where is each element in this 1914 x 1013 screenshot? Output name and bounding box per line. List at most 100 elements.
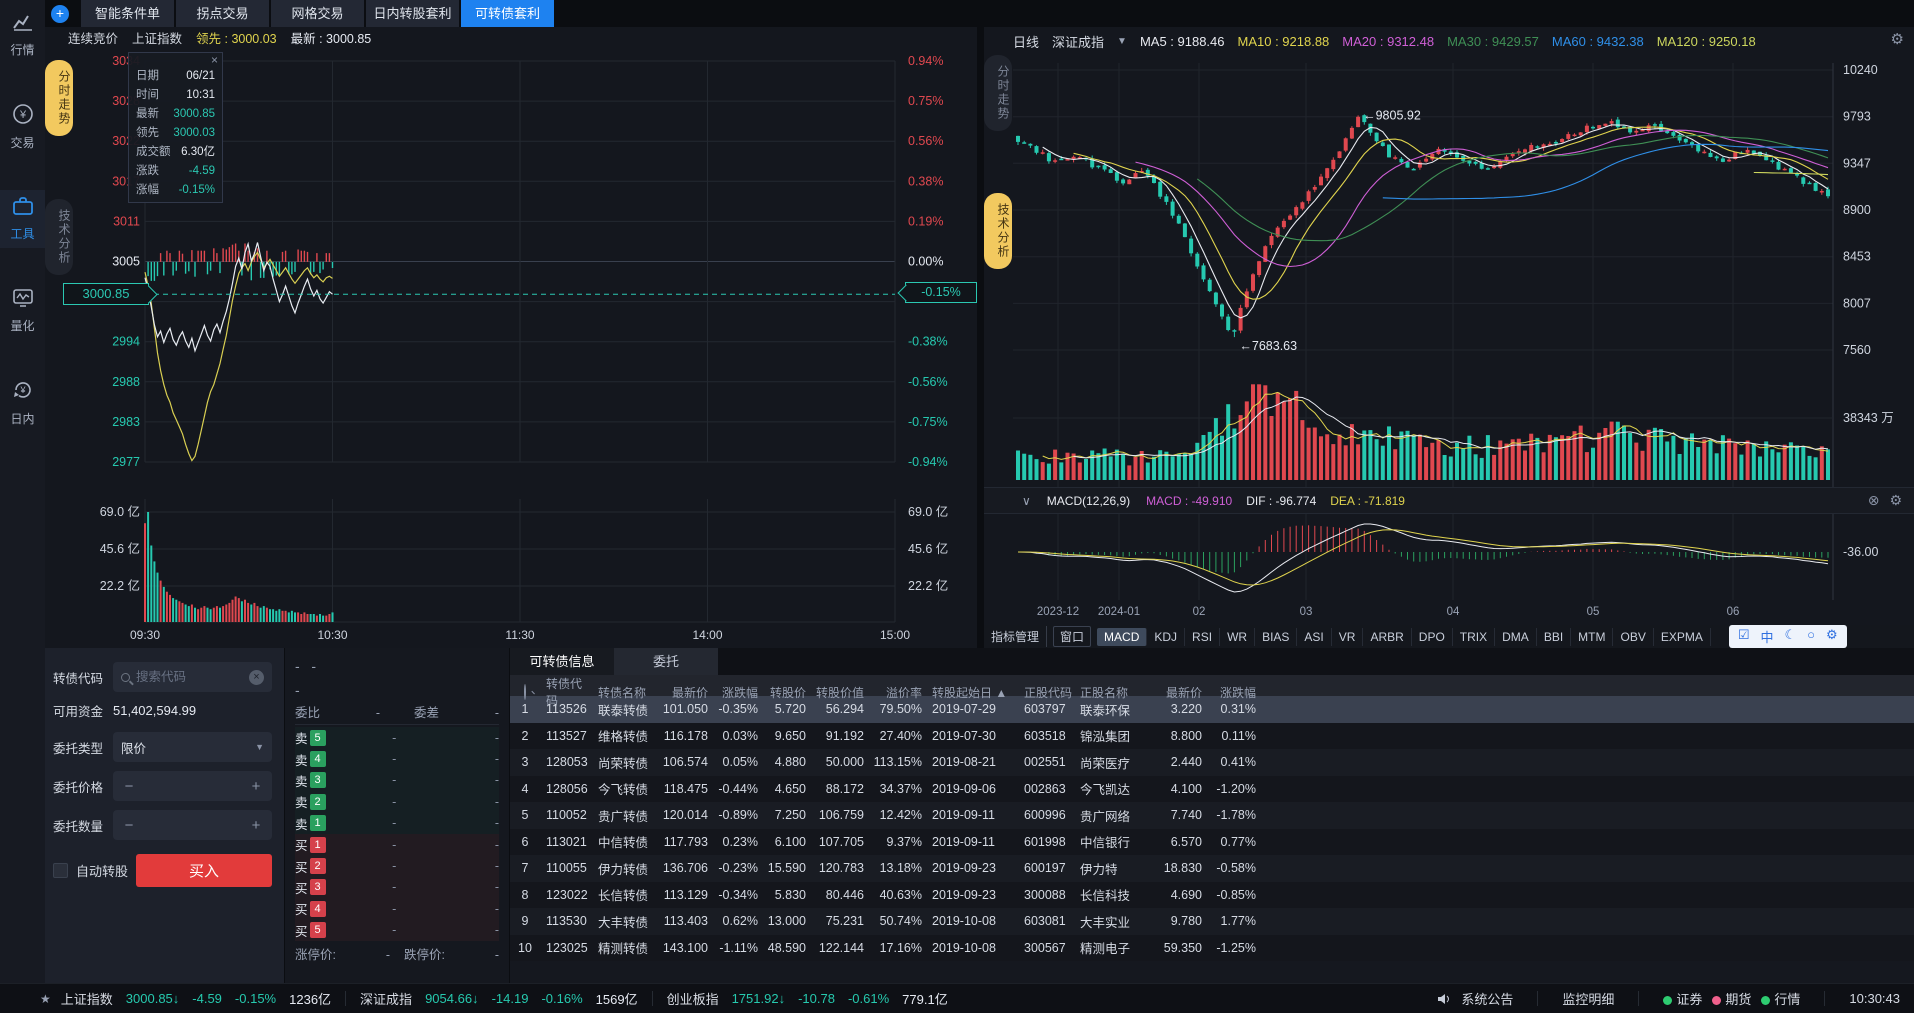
- book-row-buy3[interactable]: 买 3 - -: [295, 877, 499, 898]
- tab-可转债信息[interactable]: 可转债信息: [510, 648, 614, 675]
- table-row[interactable]: 9113530大丰转债113.4030.62%13.00075.23150.74…: [510, 908, 1914, 935]
- table-row[interactable]: 8123022长信转债113.129-0.34%5.83080.44640.63…: [510, 882, 1914, 909]
- column-header[interactable]: 转债名称: [592, 684, 650, 701]
- table-row[interactable]: 10123025精测转债143.100-1.11%48.590122.14417…: [510, 935, 1914, 962]
- column-header[interactable]: 转股价: [762, 684, 810, 701]
- daily-chart[interactable]: 102409793934789008453800775602023-122024…: [1013, 55, 1914, 648]
- bond-code-search[interactable]: ×: [113, 662, 272, 692]
- book-row-buy1[interactable]: 买 1 - -: [295, 834, 499, 855]
- close-pane-icon[interactable]: ⊗: [1868, 492, 1880, 509]
- table-row[interactable]: 4128056今飞转债118.475-0.44%4.65088.17234.37…: [510, 776, 1914, 803]
- book-row-buy4[interactable]: 买 4 - -: [295, 898, 499, 919]
- index-quote-深证成指[interactable]: 深证成指9054.66↓ -14.19-0.16%1569亿: [360, 989, 638, 1008]
- table-cell: 锦泓集团: [1074, 726, 1146, 745]
- indicator-WR[interactable]: WR: [1220, 628, 1255, 646]
- tooltip-close-icon[interactable]: ×: [211, 53, 218, 67]
- sidebar-item-日内[interactable]: ¥ 日内: [0, 374, 45, 432]
- book-row-sell5[interactable]: 卖 5 - -: [295, 727, 499, 748]
- gear-icon[interactable]: ⚙: [1889, 492, 1902, 509]
- index-quote-上证指数[interactable]: 上证指数3000.85↓ -4.59-0.15%1236亿: [61, 989, 331, 1008]
- sidebar-item-量化[interactable]: 量化: [0, 282, 45, 340]
- column-header[interactable]: 溢价率: [868, 684, 926, 701]
- table-cell: 联泰转债: [592, 700, 650, 719]
- column-header[interactable]: 涨跌幅: [712, 684, 762, 701]
- window-button[interactable]: 窗口: [1053, 626, 1091, 647]
- moon-icon[interactable]: ☾: [1785, 627, 1797, 646]
- index-name[interactable]: 深证成指: [1052, 32, 1104, 51]
- indicator-VR[interactable]: VR: [1332, 628, 1364, 646]
- column-header[interactable]: 转股起始日 ▲: [926, 684, 1018, 701]
- table-row[interactable]: 6113021中信转债117.7930.23%6.100107.7059.37%…: [510, 829, 1914, 856]
- auto-convert-checkbox[interactable]: [53, 863, 68, 878]
- sidebar-item-交易[interactable]: ¥ 交易: [0, 98, 45, 156]
- tab-日内转股套利[interactable]: 日内转股套利: [366, 0, 459, 27]
- book-row-sell2[interactable]: 卖 2 - -: [295, 791, 499, 812]
- collapse-icon[interactable]: ∨: [1022, 494, 1031, 508]
- tab-委托[interactable]: 委托: [614, 648, 718, 675]
- indicator-ASI[interactable]: ASI: [1297, 628, 1331, 646]
- sidebar-item-行情[interactable]: 行情: [0, 6, 45, 64]
- book-row-sell3[interactable]: 卖 3 - -: [295, 770, 499, 791]
- tab-网格交易[interactable]: 网格交易: [271, 0, 364, 27]
- search-icon[interactable]: [524, 684, 526, 700]
- column-header[interactable]: 最新价: [650, 684, 712, 701]
- gear-icon[interactable]: ⚙: [1826, 627, 1838, 646]
- indicator-RSI[interactable]: RSI: [1185, 628, 1220, 646]
- monitor-detail[interactable]: 监控明细: [1562, 989, 1614, 1008]
- check-icon[interactable]: ☑: [1738, 627, 1750, 646]
- indicator-EXPMA[interactable]: EXPMA: [1654, 628, 1711, 646]
- indicator-DPO[interactable]: DPO: [1412, 628, 1453, 646]
- column-header[interactable]: 正股名称: [1074, 684, 1146, 701]
- side-tab-分时走势[interactable]: 分时走势: [984, 55, 1012, 131]
- index-quote-创业板指[interactable]: 创业板指1751.92↓ -10.78-0.61%779.1亿: [667, 989, 948, 1008]
- side-tab-分时走势[interactable]: 分时走势: [45, 60, 73, 136]
- period-label[interactable]: 日线: [1013, 32, 1039, 51]
- search-input[interactable]: [136, 670, 249, 684]
- indicator-MACD[interactable]: MACD: [1097, 628, 1147, 646]
- zh-icon[interactable]: 中: [1761, 627, 1774, 646]
- add-tab-button[interactable]: +: [51, 5, 69, 23]
- book-row-sell1[interactable]: 卖 1 - -: [295, 813, 499, 834]
- side-tab-技术分析[interactable]: 技术分析: [45, 199, 73, 275]
- indicator-BBI[interactable]: BBI: [1537, 628, 1571, 646]
- tab-智能条件单[interactable]: 智能条件单: [81, 0, 174, 27]
- indicator-TRIX[interactable]: TRIX: [1453, 628, 1495, 646]
- indicator-DMA[interactable]: DMA: [1495, 628, 1537, 646]
- plus-button[interactable]: +: [248, 778, 264, 795]
- column-header[interactable]: 转股价值: [810, 684, 868, 701]
- indicator-OBV[interactable]: OBV: [1613, 628, 1653, 646]
- indicator-KDJ[interactable]: KDJ: [1147, 628, 1185, 646]
- table-row[interactable]: 7110055伊力转债136.706-0.23%15.590120.78313.…: [510, 855, 1914, 882]
- ma-label: MA30 : 9429.57: [1447, 34, 1539, 49]
- column-header[interactable]: 涨跌幅: [1206, 684, 1260, 701]
- system-announcement[interactable]: 系统公告: [1461, 989, 1513, 1008]
- pin-icon[interactable]: ★: [40, 992, 51, 1006]
- book-row-buy5[interactable]: 买 5 - -: [295, 920, 499, 941]
- plus-button[interactable]: +: [248, 817, 264, 834]
- book-row-buy2[interactable]: 买 2 - -: [295, 855, 499, 876]
- column-header[interactable]: 最新价: [1146, 684, 1206, 701]
- gear-icon[interactable]: ⚙: [1891, 30, 1904, 48]
- table-row[interactable]: 2113527维格转债116.1780.03%9.65091.19227.40%…: [510, 723, 1914, 750]
- column-header[interactable]: 正股代码: [1018, 684, 1074, 701]
- chevron-down-icon[interactable]: ▼: [1117, 36, 1127, 47]
- tab-可转债套利[interactable]: 可转债套利: [461, 0, 554, 27]
- indicator-ARBR[interactable]: ARBR: [1363, 628, 1411, 646]
- order-price-stepper[interactable]: − +: [113, 771, 272, 801]
- minus-button[interactable]: −: [121, 778, 137, 795]
- table-row[interactable]: 3128053尚荣转债106.5740.05%4.88050.000113.15…: [510, 749, 1914, 776]
- sidebar-item-工具[interactable]: 工具: [0, 190, 45, 248]
- buy-button[interactable]: 买入: [136, 854, 272, 887]
- contrast-icon[interactable]: ○: [1807, 627, 1815, 646]
- order-type-select[interactable]: 限价 ▼: [113, 732, 272, 762]
- clear-icon[interactable]: ×: [249, 670, 264, 685]
- order-qty-stepper[interactable]: − +: [113, 810, 272, 840]
- indicator-manage[interactable]: 指标管理: [984, 626, 1047, 647]
- minus-button[interactable]: −: [121, 817, 137, 834]
- table-row[interactable]: 5110052贵广转债120.014-0.89%7.250106.75912.4…: [510, 802, 1914, 829]
- tab-拐点交易[interactable]: 拐点交易: [176, 0, 269, 27]
- book-row-sell4[interactable]: 卖 4 - -: [295, 748, 499, 769]
- side-tab-技术分析[interactable]: 技术分析: [984, 193, 1012, 269]
- indicator-MTM[interactable]: MTM: [1571, 628, 1613, 646]
- indicator-BIAS[interactable]: BIAS: [1255, 628, 1297, 646]
